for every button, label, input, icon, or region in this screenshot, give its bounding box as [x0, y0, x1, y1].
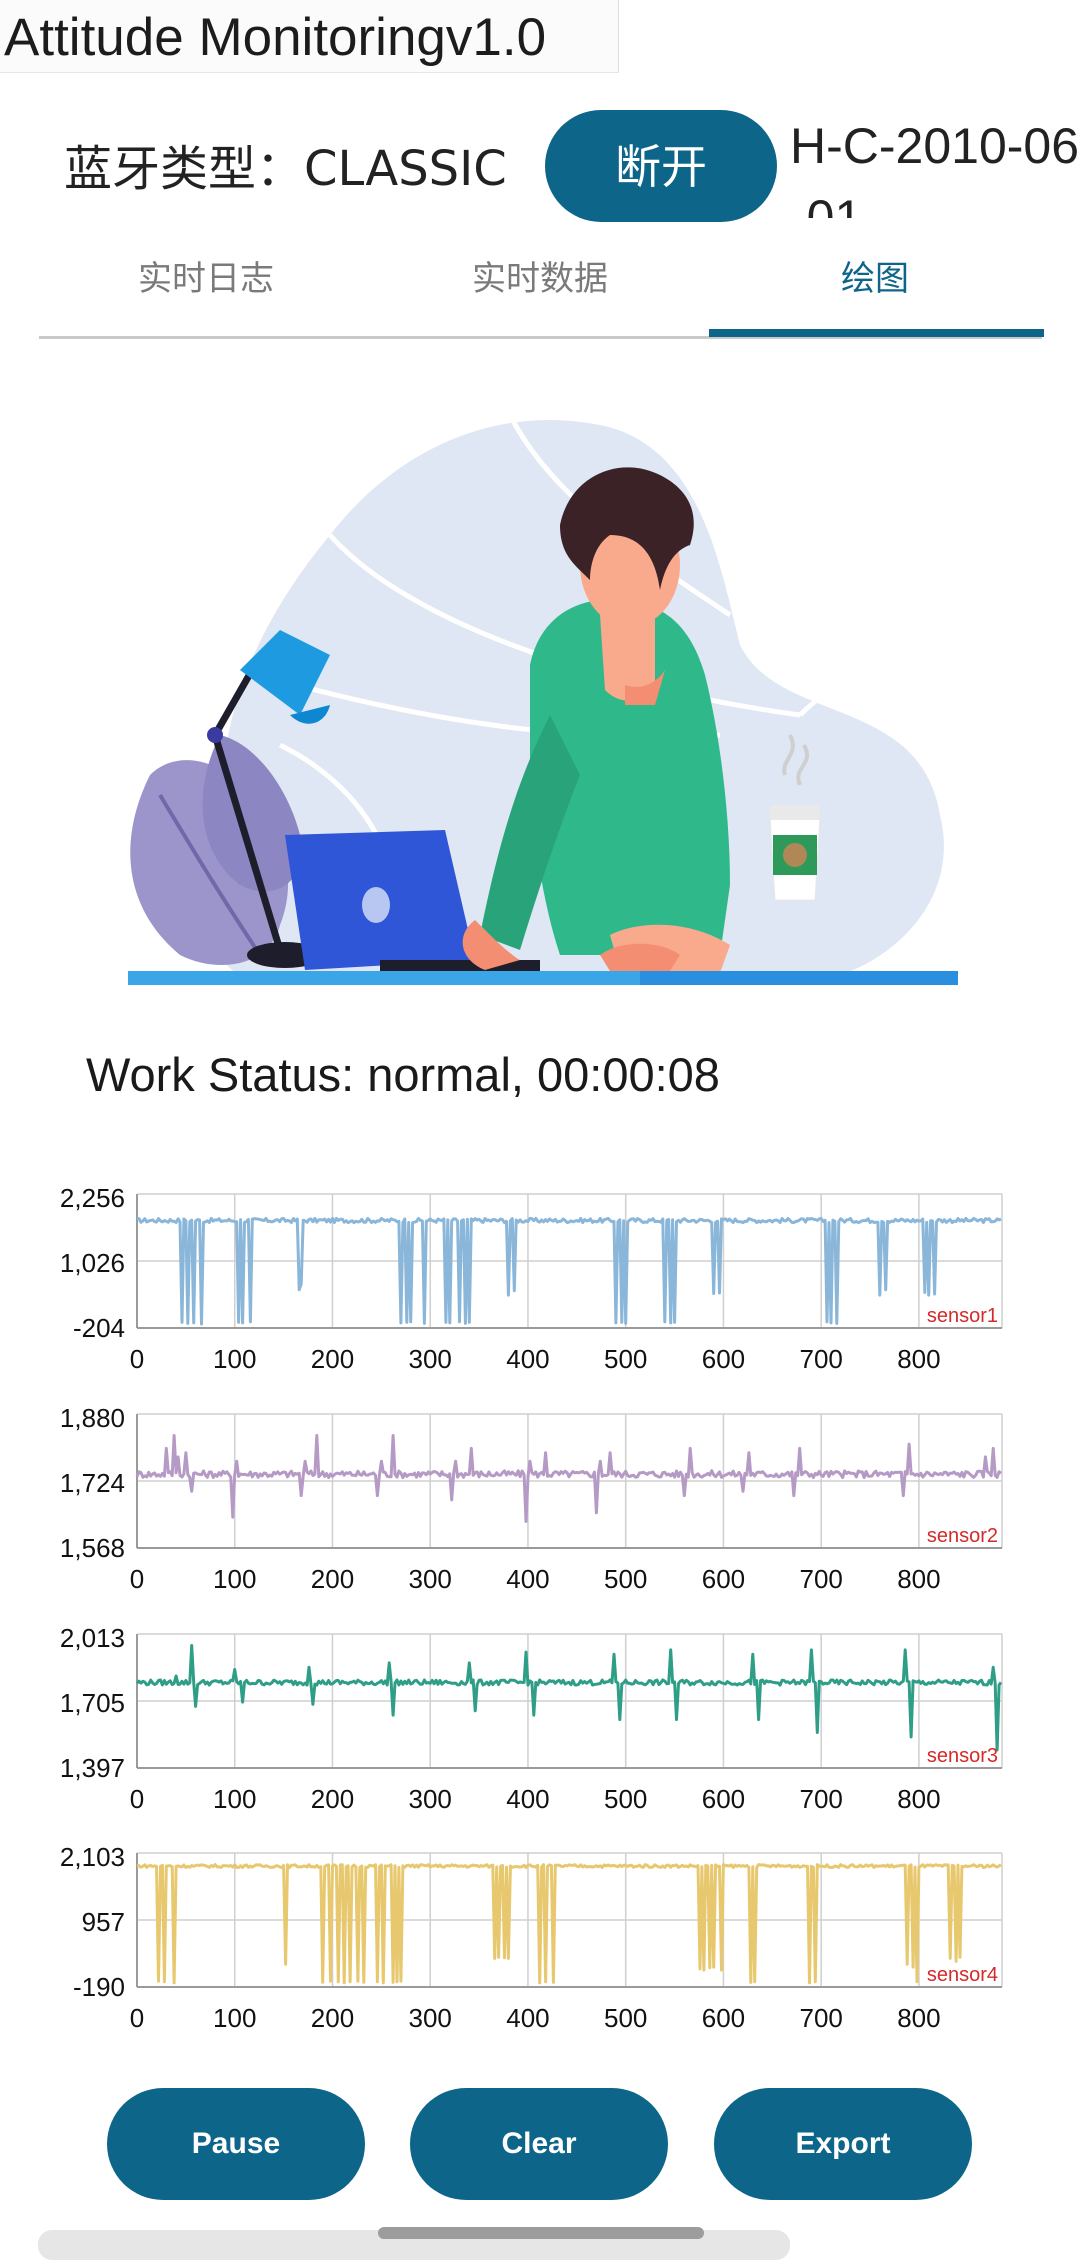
export-button[interactable]: Export — [714, 2088, 972, 2200]
series-label-sensor4: sensor4 — [927, 1964, 998, 1986]
disconnect-button[interactable]: 断开 — [545, 110, 777, 222]
x-tick-label: 200 — [311, 1784, 354, 1814]
x-tick-label: 500 — [604, 2003, 647, 2033]
x-tick-label: 700 — [799, 2003, 842, 2033]
x-tick-label: 300 — [409, 1784, 452, 1814]
work-status: Work Status: normal, 00:00:08 — [86, 1048, 720, 1101]
x-tick-label: 500 — [604, 1344, 647, 1374]
x-tick-label: 500 — [604, 1784, 647, 1814]
series-line-sensor4 — [136, 1863, 1002, 1985]
app-title-bar: Attitude Monitoringv1.0 — [0, 0, 619, 73]
chart-sensor2: 1,880 1,724 1,5680 100 200 300 400 500 600 700 800… — [60, 1403, 1003, 1594]
x-tick-label: 700 — [799, 1564, 842, 1594]
x-tick-label: 600 — [702, 1344, 745, 1374]
x-tick-label: 600 — [702, 1784, 745, 1814]
tab-plot[interactable]: 绘图 — [708, 254, 1042, 304]
x-tick-label: 100 — [213, 1344, 256, 1374]
x-tick-label: 800 — [897, 1564, 940, 1594]
x-tick-label: 0 — [130, 1344, 144, 1374]
x-tick-label: 800 — [897, 2003, 940, 2033]
y-tick-label: 1,397 — [60, 1753, 125, 1783]
x-tick-label: 200 — [311, 1344, 354, 1374]
x-tick-label: 0 — [130, 1564, 144, 1594]
x-tick-label: 400 — [506, 1344, 549, 1374]
tab-indicator — [709, 329, 1044, 337]
pause-button[interactable]: Pause — [107, 2088, 365, 2200]
tab-realtime-log[interactable]: 实时日志 — [39, 254, 373, 304]
gesture-nav-bar[interactable] — [378, 2227, 704, 2239]
x-tick-label: 400 — [506, 1784, 549, 1814]
x-tick-label: 400 — [506, 1564, 549, 1594]
series-line-sensor2 — [135, 1434, 1002, 1523]
x-tick-label: 800 — [897, 1784, 940, 1814]
device-name: H-C-2010-06-01 — [790, 118, 1080, 218]
y-tick-label: 2,256 — [60, 1183, 125, 1213]
x-tick-label: 600 — [702, 1564, 745, 1594]
x-tick-label: 300 — [409, 1344, 452, 1374]
clear-button[interactable]: Clear — [410, 2088, 668, 2200]
x-tick-label: 300 — [409, 2003, 452, 2033]
x-tick-label: 300 — [409, 1564, 452, 1594]
tab-realtime-data[interactable]: 实时数据 — [373, 254, 707, 304]
y-tick-label: 1,026 — [60, 1248, 125, 1278]
x-tick-label: 200 — [311, 2003, 354, 2033]
series-label-sensor1: sensor1 — [927, 1305, 998, 1327]
x-tick-label: 600 — [702, 2003, 745, 2033]
working-person-illustration — [128, 415, 958, 985]
x-tick-label: 500 — [604, 1564, 647, 1594]
series-label-sensor3: sensor3 — [927, 1745, 998, 1767]
x-tick-label: 700 — [799, 1784, 842, 1814]
bluetooth-type-label: 蓝牙类型：CLASSIC — [64, 141, 507, 197]
y-tick-label: 957 — [82, 1907, 125, 1937]
y-tick-label: 2,013 — [60, 1623, 125, 1653]
chart-sensor1: 2,256 1,026 -2040 100 200 300 400 500 600 700 800 s… — [60, 1183, 1003, 1374]
x-tick-label: 0 — [130, 2003, 144, 2033]
app-title: Attitude Monitoringv1.0 — [4, 8, 547, 67]
sensor-charts: 2,2561,026-2040 100 200 300 400 500 600 700 800s… — [60, 1183, 1003, 2033]
x-tick-label: 100 — [213, 1564, 256, 1594]
x-tick-label: 100 — [213, 2003, 256, 2033]
y-tick-label: 1,880 — [60, 1403, 125, 1433]
chart-sensor4: 2,103 957 -1900 100 200 300 400 500 600 700 800 sen… — [60, 1842, 1003, 2033]
y-tick-label: 2,103 — [60, 1842, 125, 1872]
y-tick-label: -190 — [73, 1972, 125, 2002]
tab-bar: 实时日志 实时数据 绘图 — [39, 232, 1042, 339]
x-tick-label: 0 — [130, 1784, 144, 1814]
y-tick-label: 1,705 — [60, 1688, 125, 1718]
series-line-sensor3 — [135, 1644, 1003, 1752]
y-tick-label: 1,568 — [60, 1533, 125, 1563]
y-tick-label: -204 — [73, 1313, 125, 1343]
chart-sensor3: 2,013 1,705 1,3970 100 200 300 400 500 600 700 800… — [60, 1623, 1003, 1814]
series-line-sensor1 — [136, 1216, 1002, 1326]
y-tick-label: 1,724 — [60, 1468, 125, 1498]
x-tick-label: 200 — [311, 1564, 354, 1594]
x-tick-label: 400 — [506, 2003, 549, 2033]
x-tick-label: 100 — [213, 1784, 256, 1814]
x-tick-label: 700 — [799, 1344, 842, 1374]
series-label-sensor2: sensor2 — [927, 1525, 998, 1547]
x-tick-label: 800 — [897, 1344, 940, 1374]
